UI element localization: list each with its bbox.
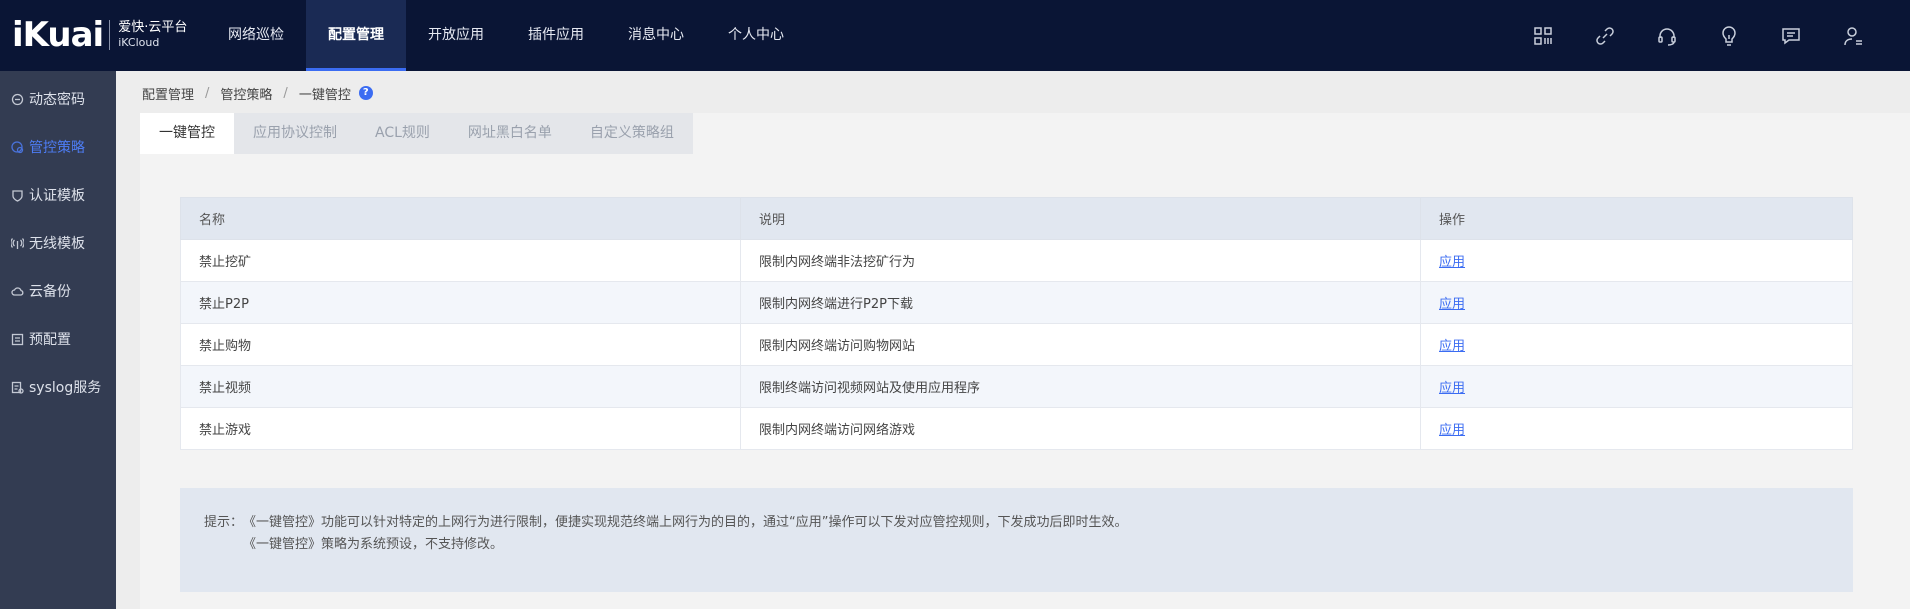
logo[interactable]: iKuai 爱快·云平台 iKCloud (12, 14, 187, 56)
cell-action: 应用 (1420, 365, 1853, 408)
help-icon[interactable]: ? (358, 86, 373, 100)
tip-line-2: 《一键管控》策略为系统预设，不支持修改。 (243, 537, 504, 552)
cell-action: 应用 (1420, 323, 1853, 366)
apply-link[interactable]: 应用 (1439, 255, 1465, 270)
grid-icon[interactable] (1512, 0, 1574, 71)
sidebar-item-preconfig[interactable]: 预配置 (0, 315, 116, 363)
tip-line-1: 《一键管控》功能可以针对特定的上网行为进行限制，便捷实现规范终端上网行为的目的，… (243, 515, 1128, 530)
cell-description: 限制内网终端非法挖矿行为 (740, 239, 1421, 282)
headset-icon[interactable] (1636, 0, 1698, 71)
cell-description: 限制内网终端进行P2P下载 (740, 281, 1421, 324)
nav-item-profile[interactable]: 个人中心 (706, 0, 806, 71)
wireless-icon (11, 237, 24, 249)
column-header-description: 说明 (740, 197, 1421, 240)
sidebar-item-cloud-backup[interactable]: 云备份 (0, 267, 116, 315)
sidebar-item-label: 无线模板 (29, 236, 85, 252)
cell-name: 禁止游戏 (180, 407, 741, 450)
table-row: 禁止视频 限制终端访问视频网站及使用应用程序 应用 (180, 365, 1853, 408)
content-panel: 一键管控 应用协议控制 ACL规则 网址黑白名单 自定义策略组 名称 说明 操作… (140, 113, 1910, 609)
cell-description: 限制内网终端访问购物网站 (740, 323, 1421, 366)
user-icon[interactable] (1822, 0, 1884, 71)
policy-icon (11, 140, 24, 153)
table-row: 禁止游戏 限制内网终端访问网络游戏 应用 (180, 407, 1853, 450)
sidebar-item-label: 认证模板 (29, 188, 85, 204)
apply-link[interactable]: 应用 (1439, 297, 1465, 312)
nav-item-plugins[interactable]: 插件应用 (506, 0, 606, 71)
cell-description: 限制终端访问视频网站及使用应用程序 (740, 365, 1421, 408)
list-icon (11, 333, 24, 345)
logo-wordmark: iKuai (12, 15, 104, 55)
shield-icon (12, 189, 23, 202)
cell-action: 应用 (1420, 281, 1853, 324)
link-icon[interactable] (1574, 0, 1636, 71)
sidebar-item-auth-template[interactable]: 认证模板 (0, 171, 116, 219)
key-icon (11, 93, 24, 105)
sidebar-item-label: 云备份 (29, 284, 71, 300)
policy-table: 名称 说明 操作 禁止挖矿 限制内网终端非法挖矿行为 应用 禁止P2P 限制内网… (180, 197, 1853, 450)
apply-link[interactable]: 应用 (1439, 339, 1465, 354)
breadcrumb-separator: / (205, 85, 210, 101)
message-icon[interactable] (1760, 0, 1822, 71)
tab-custom-policy-group[interactable]: 自定义策略组 (571, 113, 693, 154)
sidebar: 动态密码 管控策略 认证模板 无线模板 云备份 预配置 syslog服务 (0, 71, 116, 609)
cell-name: 禁止购物 (180, 323, 741, 366)
bulb-icon[interactable] (1698, 0, 1760, 71)
main-nav: 网络巡检 配置管理 开放应用 插件应用 消息中心 个人中心 (206, 0, 806, 71)
sidebar-item-syslog[interactable]: syslog服务 (0, 363, 116, 411)
table-row: 禁止购物 限制内网终端访问购物网站 应用 (180, 323, 1853, 366)
tip-box: 提示： 《一键管控》功能可以针对特定的上网行为进行限制，便捷实现规范终端上网行为… (180, 488, 1853, 592)
tip-row: 《一键管控》策略为系统预设，不支持修改。 (204, 534, 1829, 556)
breadcrumb-item-current: 一键管控 (298, 87, 351, 103)
cell-action: 应用 (1420, 239, 1853, 282)
breadcrumb-item[interactable]: 配置管理 (142, 84, 194, 103)
tip-indent (204, 534, 243, 556)
table-row: 禁止挖矿 限制内网终端非法挖矿行为 应用 (180, 239, 1853, 282)
sidebar-item-label: syslog服务 (29, 380, 102, 396)
sidebar-item-label: 动态密码 (29, 92, 85, 108)
cell-action: 应用 (1420, 407, 1853, 450)
breadcrumb-item[interactable]: 管控策略 (220, 84, 272, 103)
sidebar-item-dynamic-password[interactable]: 动态密码 (0, 75, 116, 123)
cell-name: 禁止视频 (180, 365, 741, 408)
sidebar-item-wireless-template[interactable]: 无线模板 (0, 219, 116, 267)
apply-link[interactable]: 应用 (1439, 381, 1465, 396)
breadcrumb-separator: / (283, 85, 288, 101)
column-header-action: 操作 (1420, 197, 1853, 240)
tab-url-blackwhite-list[interactable]: 网址黑白名单 (449, 113, 571, 154)
column-header-name: 名称 (180, 197, 741, 240)
breadcrumb: 配置管理 / 管控策略 / 一键管控 ? (142, 83, 373, 103)
logo-divider (109, 20, 111, 50)
tip-label: 提示： (204, 515, 244, 530)
cloud-icon (11, 286, 24, 296)
apply-link[interactable]: 应用 (1439, 423, 1465, 438)
logo-subtitle-cn: 爱快·云平台 (118, 20, 188, 35)
cell-name: 禁止挖矿 (180, 239, 741, 282)
tab-bar: 一键管控 应用协议控制 ACL规则 网址黑白名单 自定义策略组 (140, 113, 693, 154)
sidebar-item-label: 预配置 (29, 332, 71, 348)
cell-description: 限制内网终端访问网络游戏 (740, 407, 1421, 450)
tab-app-protocol-control[interactable]: 应用协议控制 (234, 113, 356, 154)
log-icon (11, 381, 24, 394)
sidebar-item-control-policy[interactable]: 管控策略 (0, 123, 116, 171)
sidebar-item-label: 管控策略 (29, 140, 85, 156)
main-content: 配置管理 / 管控策略 / 一键管控 ? 一键管控 应用协议控制 ACL规则 网… (116, 71, 1910, 609)
tab-one-click-control[interactable]: 一键管控 (140, 113, 234, 154)
nav-item-open-apps[interactable]: 开放应用 (406, 0, 506, 71)
cell-name: 禁止P2P (180, 281, 741, 324)
logo-subtitle-en: iKCloud (118, 36, 160, 49)
tab-acl-rules[interactable]: ACL规则 (356, 113, 449, 154)
table-header-row: 名称 说明 操作 (180, 197, 1853, 240)
table-row: 禁止P2P 限制内网终端进行P2P下载 应用 (180, 281, 1853, 324)
logo-subtitle: 爱快·云平台 iKCloud (118, 20, 187, 50)
top-icons (1512, 0, 1884, 71)
nav-item-messages[interactable]: 消息中心 (606, 0, 706, 71)
top-bar: iKuai 爱快·云平台 iKCloud 网络巡检 配置管理 开放应用 插件应用… (0, 0, 1910, 71)
nav-item-config[interactable]: 配置管理 (306, 0, 406, 71)
tip-row: 提示： 《一键管控》功能可以针对特定的上网行为进行限制，便捷实现规范终端上网行为… (204, 512, 1829, 534)
nav-item-inspection[interactable]: 网络巡检 (206, 0, 306, 71)
